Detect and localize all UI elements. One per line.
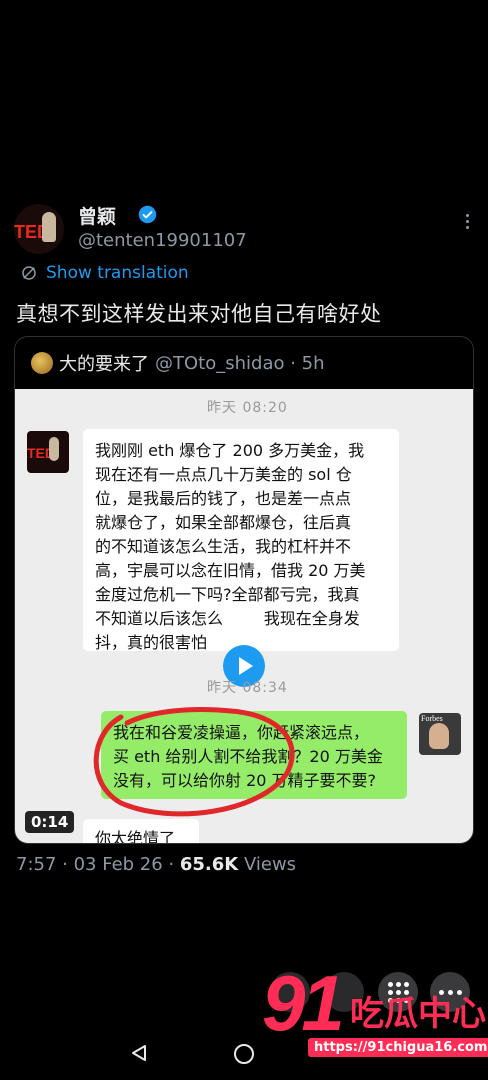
show-translation-link[interactable]: Show translation (20, 262, 189, 284)
chat-timestamp: 昨天 08:20 (207, 400, 288, 416)
chat-line: 的不知道该怎么生活，我的杠杆并不 (95, 537, 352, 556)
chat-line: 不知道以后该怎么 我现在全身发 (95, 609, 360, 628)
back-icon[interactable] (130, 1044, 148, 1062)
quoted-author-handle: @TOto_shidao · 5h (155, 352, 325, 374)
chat-message-incoming: 我刚刚 eth 爆仓了 200 多万美金，我 现在还有一点点几十万美金的 sol… (83, 429, 399, 652)
red-annotation-circle (93, 707, 295, 817)
system-navigation-bar (0, 1020, 488, 1080)
chat-timestamp: 昨天 08:34 (207, 680, 288, 696)
chat-line: 现在还有一点点几十万美金的 sol 仓 (95, 465, 352, 484)
chat-screenshot-image: 昨天 08:20 TED 我刚刚 eth 爆仓了 200 多万美金，我 现在还有… (15, 389, 473, 844)
show-translation-label: Show translation (46, 263, 189, 283)
chat-line: 位，是我最后的钱了，也是差一点点 (95, 489, 352, 508)
tweet-meta: 7:57 · 03 Feb 26 · 65.6K Views (16, 854, 296, 875)
views-label: Views (238, 854, 297, 875)
author-avatar[interactable]: TED (14, 204, 64, 254)
chat-message-incoming: 你太绝情了 (83, 819, 199, 844)
quoted-author-avatar (31, 352, 53, 374)
verified-badge-icon (138, 205, 157, 224)
chat-line: 我刚刚 eth 爆仓了 200 多万美金，我 (95, 441, 365, 460)
chat-avatar-left: TED (27, 431, 69, 473)
chat-line: 金度过危机一下吗?全部都亏完，我真 (95, 585, 360, 604)
quoted-tweet-header: 大的要来了 @TOto_shidao · 5h (31, 349, 325, 377)
author-display-name[interactable]: 曾颖 (78, 202, 116, 229)
translate-icon (22, 266, 36, 280)
chat-line: 就爆仓了，如果全部都爆仓，往后真 (95, 513, 352, 532)
tweet-timestamp: 7:57 · 03 Feb 26 · (16, 854, 180, 875)
tweet-text: 真想不到这样发出来对他自己有啥好处 (16, 302, 382, 326)
more-options-icon[interactable] (464, 214, 470, 232)
author-handle[interactable]: @tenten19901107 (78, 230, 247, 251)
quoted-tweet-card[interactable]: 大的要来了 @TOto_shidao · 5h 昨天 08:20 TED 我刚刚… (14, 336, 474, 844)
video-duration-badge: 0:14 (25, 811, 75, 833)
chat-avatar-right: Forbes (419, 713, 461, 755)
tweet-header: TED 曾颖 @tenten19901107 (14, 200, 474, 256)
chat-line: 高，宇晨可以念在旧情，借我 20 万美 (95, 561, 366, 580)
quoted-author-name: 大的要来了 (59, 354, 149, 375)
chat-line: 你太绝情了 (95, 829, 176, 844)
home-icon[interactable] (234, 1044, 254, 1064)
views-count: 65.6K (179, 854, 239, 875)
